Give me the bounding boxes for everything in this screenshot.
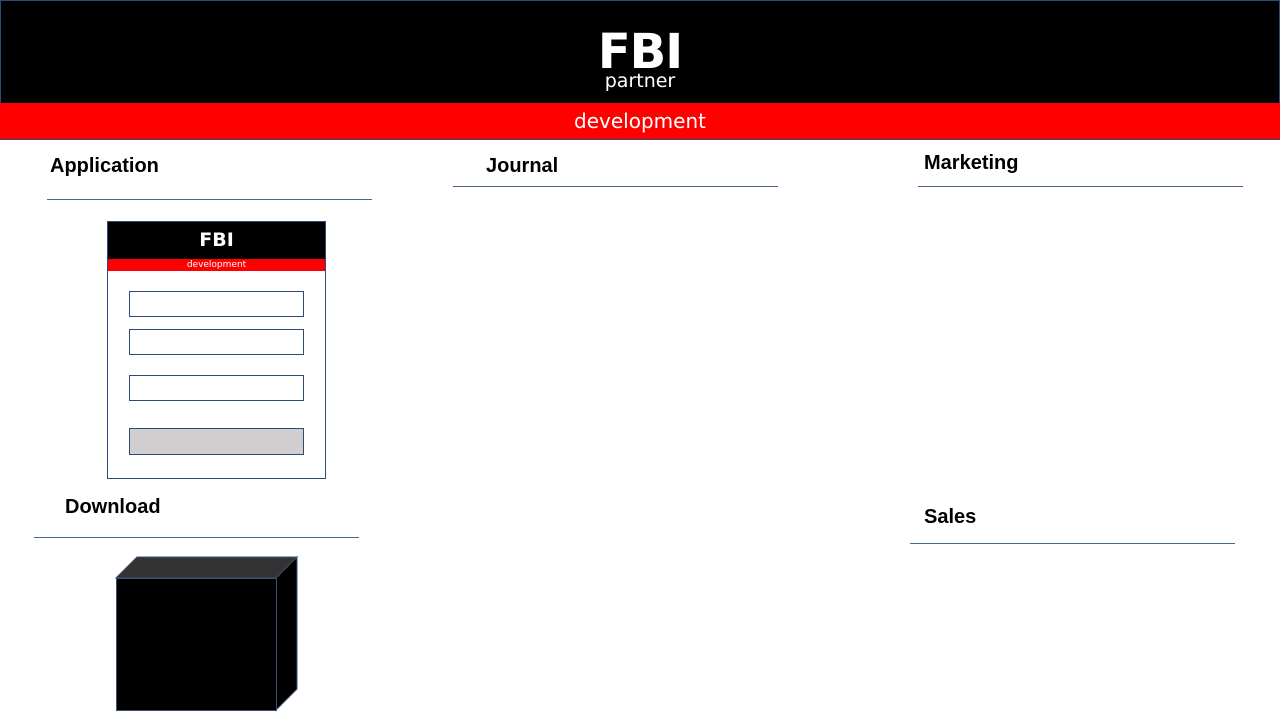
download-box-icon[interactable] [0,0,1280,720]
box-front-face [116,578,277,711]
box-top-face [114,556,299,579]
box-side-face [275,555,298,712]
